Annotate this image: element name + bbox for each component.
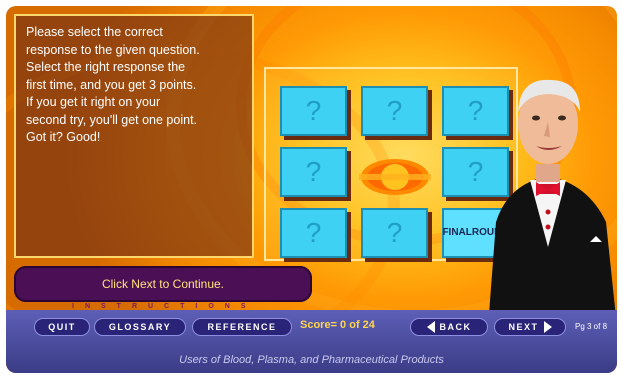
arrow-right-icon <box>543 321 552 333</box>
instruction-line: first time, and you get 3 points. <box>26 77 197 92</box>
back-label: BACK <box>439 322 472 332</box>
navigation-bar: QUIT GLOSSARY REFERENCE Score= 0 of 24 B… <box>6 310 617 373</box>
question-tile-7[interactable]: ? <box>280 208 347 258</box>
instruction-line: response to the given question. <box>26 42 200 57</box>
reference-button[interactable]: REFERENCE <box>192 318 292 336</box>
next-label: NEXT <box>508 322 539 332</box>
final-round-label-1: FINAL <box>442 227 472 238</box>
game-screen: Please select the correct response to th… <box>6 6 617 373</box>
question-tile-2[interactable]: ? <box>361 86 428 136</box>
instruction-line: Select the right response the <box>26 60 186 74</box>
instruction-line: Please select the correct <box>26 25 163 39</box>
page-indicator: Pg 3 of 8 <box>575 322 608 331</box>
question-tile-4[interactable]: ? <box>280 147 347 197</box>
host-character-icon <box>488 79 617 327</box>
back-button[interactable]: BACK <box>410 318 488 336</box>
quit-button[interactable]: QUIT <box>34 318 90 336</box>
game-logo-icon <box>359 159 431 195</box>
question-tile-8[interactable]: ? <box>361 208 428 258</box>
topic-title: Users of Blood, Plasma, and Pharmaceutic… <box>179 354 444 366</box>
score-display: Score= 0 of 24 <box>300 319 375 331</box>
instructions-panel: Please select the correct response to th… <box>14 14 254 258</box>
continue-prompt: Click Next to Continue. <box>14 266 312 302</box>
question-tile-1[interactable]: ? <box>280 86 347 136</box>
glossary-button[interactable]: GLOSSARY <box>94 318 186 336</box>
instruction-line: second try, you'll get one point. <box>26 112 198 127</box>
arrow-left-icon <box>426 321 435 333</box>
instruction-line: Got it? Good! <box>26 130 101 144</box>
instruction-line: If you get it right on your <box>26 95 161 109</box>
next-button[interactable]: NEXT <box>494 318 566 336</box>
instructions-label: INSTRUCTIONS <box>72 303 257 310</box>
